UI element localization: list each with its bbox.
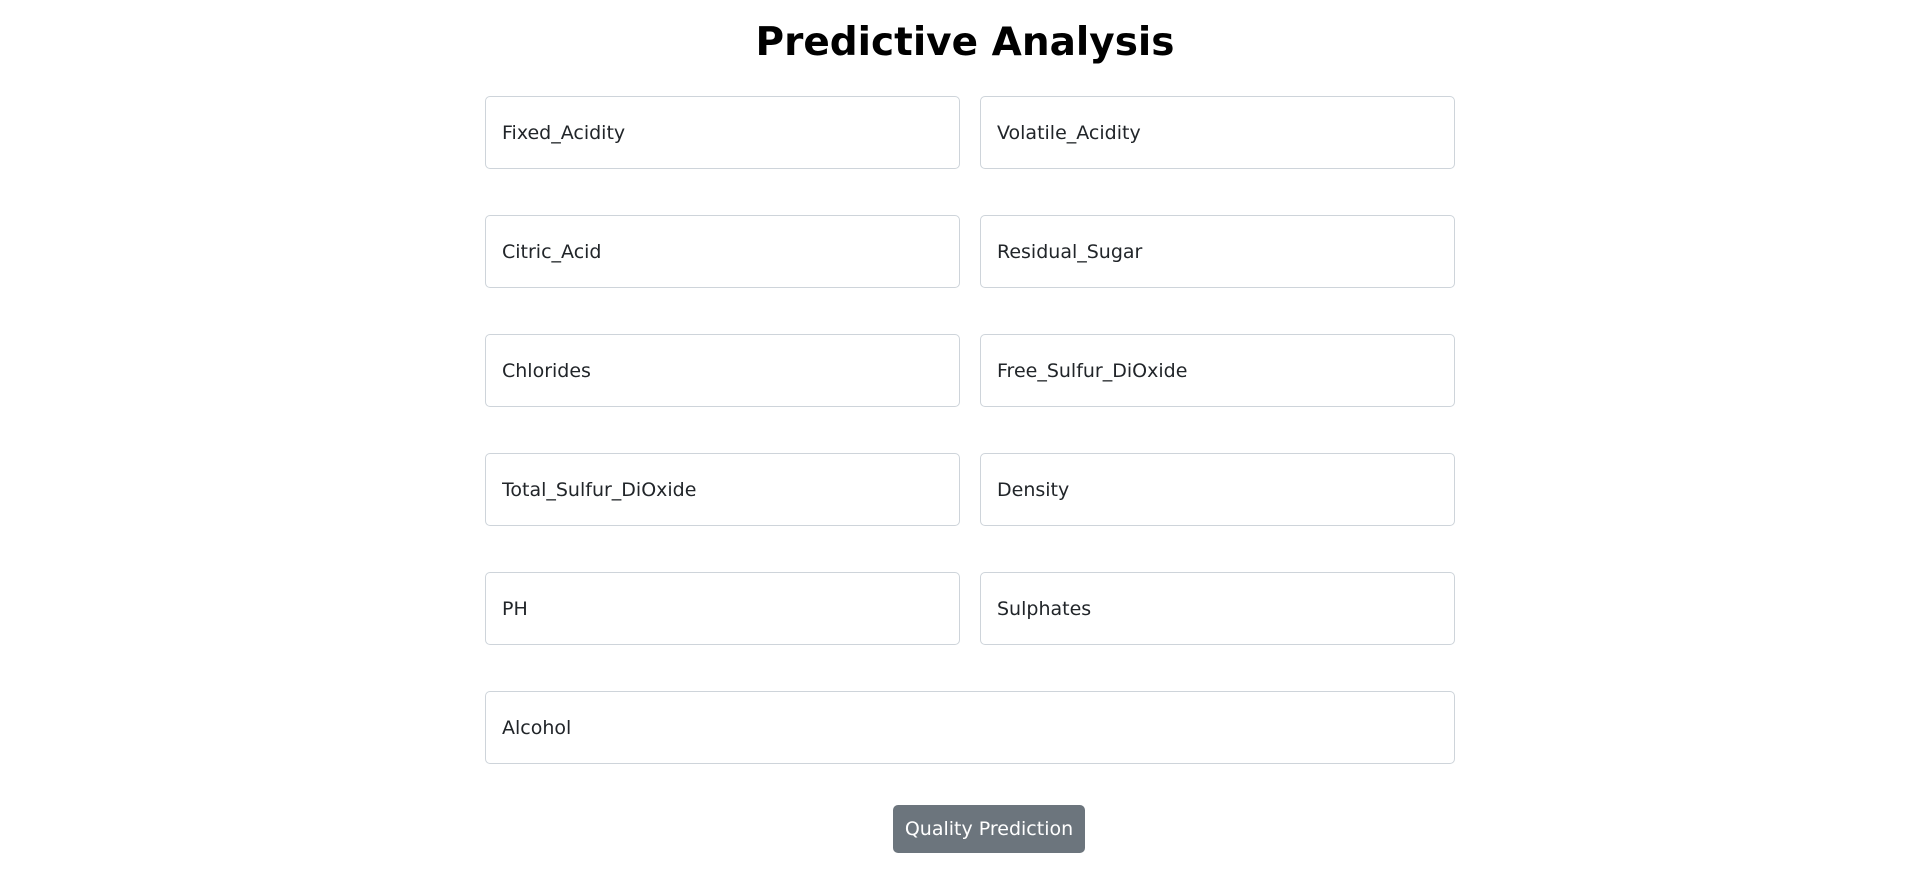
volatile-acidity-input[interactable] bbox=[980, 96, 1455, 169]
residual-sugar-input[interactable] bbox=[980, 215, 1455, 288]
alcohol-input[interactable] bbox=[485, 691, 1455, 764]
page-container: Predictive Analysis Quality Prediction bbox=[0, 0, 1920, 875]
free-sulfur-dioxide-input[interactable] bbox=[980, 334, 1455, 407]
total-sulfur-dioxide-input[interactable] bbox=[485, 453, 960, 526]
prediction-form bbox=[485, 96, 1455, 764]
quality-prediction-button[interactable]: Quality Prediction bbox=[893, 805, 1085, 853]
ph-input[interactable] bbox=[485, 572, 960, 645]
citric-acid-input[interactable] bbox=[485, 215, 960, 288]
fixed-acidity-input[interactable] bbox=[485, 96, 960, 169]
chlorides-input[interactable] bbox=[485, 334, 960, 407]
density-input[interactable] bbox=[980, 453, 1455, 526]
page-title: Predictive Analysis bbox=[755, 20, 1175, 65]
sulphates-input[interactable] bbox=[980, 572, 1455, 645]
